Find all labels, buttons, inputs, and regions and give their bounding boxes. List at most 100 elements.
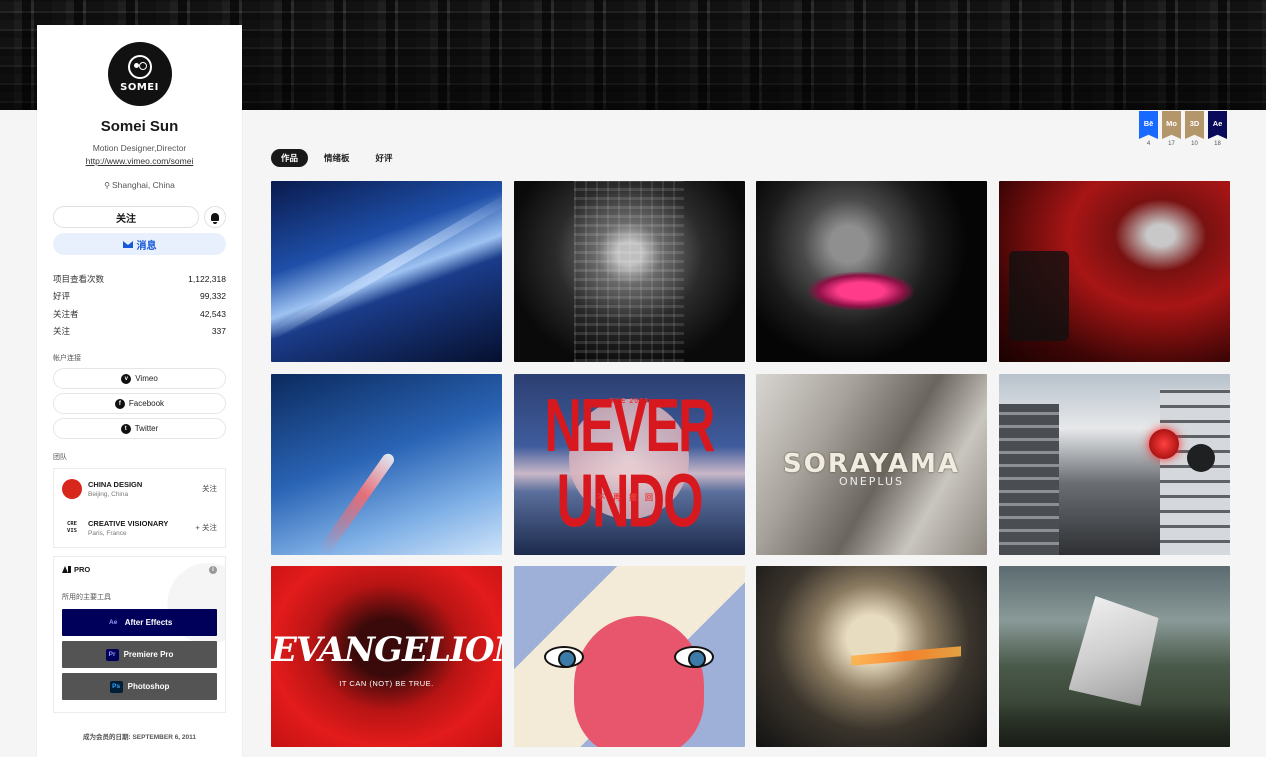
team-name: CHINA DESIGN <box>88 479 143 489</box>
profile-tabs: 作品 情绪板 好评 <box>271 149 403 167</box>
profile-occupation: Motion Designer,Director <box>92 143 187 153</box>
pro-title: PRO <box>62 565 90 574</box>
illustration-eye <box>673 646 714 668</box>
project-tile[interactable]: SORAYAMA ONEPLUS <box>756 373 987 555</box>
vimeo-icon: v <box>121 373 132 384</box>
team-item[interactable]: CRE VIS CREATIVE VISIONARY Paris, France… <box>54 508 225 547</box>
project-grid: BYE 2020 NEVER UNDO 不再撤回 SORAYAMA ONEPLU… <box>271 181 1230 747</box>
badge-flag: 3D <box>1185 111 1204 139</box>
stat-label: 关注者 <box>53 308 79 319</box>
social-label: Facebook <box>128 399 165 408</box>
premiere-pro-icon: Pr <box>105 648 119 661</box>
social-heading: 帐户连接 <box>53 355 81 362</box>
badge-behance[interactable]: Bē 4 <box>1139 111 1158 147</box>
badges: Bē 4 Mo 17 3D 10 Ae 18 <box>1139 111 1227 147</box>
teams-heading: 团队 <box>53 454 67 461</box>
team-follow-button[interactable]: 关注 <box>202 483 217 494</box>
tool-photoshop[interactable]: Ps Photoshop <box>62 673 217 700</box>
stat-value: 42,543 <box>200 308 226 319</box>
badge-3d[interactable]: 3D 10 <box>1185 111 1204 147</box>
profile-location: ⚲ Shanghai, China <box>53 180 226 190</box>
twitter-icon: t <box>120 423 131 434</box>
tab-moodboards[interactable]: 情绪板 <box>314 149 360 167</box>
tool-label: Premiere Pro <box>123 650 174 659</box>
project-tile[interactable] <box>998 566 1230 747</box>
project-tile[interactable] <box>756 566 987 747</box>
pro-label: PRO <box>74 565 91 574</box>
profile-name: Somei Sun <box>100 118 179 135</box>
adobe-pro-card: PRO i 所用的主要工具 Ae After Effects Pr Premie… <box>53 556 226 713</box>
notification-bell-button[interactable] <box>204 206 226 228</box>
project-tile[interactable]: BYE 2020 NEVER UNDO 不再撤回 <box>513 373 745 555</box>
message-button[interactable]: 消息 <box>53 233 226 255</box>
tools-heading: 所用的主要工具 <box>62 594 111 601</box>
project-tile[interactable] <box>998 373 1230 555</box>
project-tile[interactable] <box>513 566 745 747</box>
stat-value: 99,332 <box>200 291 226 302</box>
project-subtitle: 不再撤回 <box>597 492 661 502</box>
stat-row: 好评 99,332 <box>53 288 226 306</box>
social-link-vimeo[interactable]: v Vimeo <box>53 368 226 389</box>
team-info: CREATIVE VISIONARY Paris, France <box>88 519 190 537</box>
team-name: CREATIVE VISIONARY <box>88 518 169 528</box>
social-label: Vimeo <box>135 374 158 383</box>
project-tile[interactable] <box>271 181 502 362</box>
avatar[interactable]: SOMEI <box>107 42 172 106</box>
badge-motion[interactable]: Mo 17 <box>1162 111 1181 147</box>
follow-button[interactable]: 关注 <box>53 206 199 228</box>
team-logo: CRE VIS <box>67 520 77 534</box>
badge-count: 4 <box>1146 141 1151 147</box>
project-tile[interactable] <box>998 181 1230 362</box>
avatar-face-icon <box>127 55 152 79</box>
photoshop-icon: Ps <box>109 680 123 693</box>
bell-icon <box>211 213 219 224</box>
team-info: CHINA DESIGN Beijing, China <box>88 480 196 498</box>
team-item[interactable]: CHINA DESIGN Beijing, China 关注 <box>54 469 225 508</box>
message-label: 消息 <box>136 240 157 252</box>
tab-appreciations[interactable]: 好评 <box>366 149 403 167</box>
social-link-twitter[interactable]: t Twitter <box>53 418 226 439</box>
project-tile[interactable] <box>756 181 987 362</box>
member-since: 成为会员的日期: SEPTEMBER 6, 2011 <box>82 734 197 741</box>
team-logo <box>62 478 82 499</box>
project-subtitle: ONEPLUS <box>838 474 905 488</box>
social-link-facebook[interactable]: f Facebook <box>53 393 226 414</box>
stat-row: 关注 337 <box>53 323 226 341</box>
project-tile[interactable]: EVANGELION: IT CAN (NOT) BE TRUE. <box>271 566 502 747</box>
stat-label: 关注 <box>53 326 71 337</box>
badge-flag: Mo <box>1162 111 1181 139</box>
profile-sidebar: SOMEI Somei Sun Motion Designer,Director… <box>37 25 242 757</box>
project-subtitle: IT CAN (NOT) BE TRUE. <box>339 679 434 688</box>
tool-label: After Effects <box>124 618 173 627</box>
stat-label: 好评 <box>53 291 71 302</box>
team-location: Beijing, China <box>88 490 129 498</box>
badge-flag: Bē <box>1139 111 1158 139</box>
teams-list: CHINA DESIGN Beijing, China 关注 CRE VIS C… <box>53 468 226 548</box>
stat-row: 关注者 42,543 <box>53 305 226 323</box>
tab-works[interactable]: 作品 <box>271 149 309 167</box>
project-tile[interactable] <box>513 181 745 362</box>
social-label: Twitter <box>134 424 159 433</box>
team-follow-button[interactable]: + 关注 <box>196 522 217 533</box>
facebook-icon: f <box>114 398 125 409</box>
badge-count: 18 <box>1214 141 1221 147</box>
profile-website-link[interactable]: http://www.vimeo.com/somei <box>53 156 226 166</box>
social-links: v Vimeo f Facebook t Twitter <box>53 368 226 439</box>
location-text: Shanghai, China <box>112 180 175 190</box>
team-location: Paris, France <box>88 529 127 537</box>
tool-premiere-pro[interactable]: Pr Premiere Pro <box>62 641 217 668</box>
tool-after-effects[interactable]: Ae After Effects <box>62 609 217 636</box>
stat-row: 项目查看次数 1,122,318 <box>53 270 226 288</box>
traffic-light-red <box>1148 428 1179 459</box>
badge-after-effects[interactable]: Ae 18 <box>1208 111 1227 147</box>
after-effects-icon: Ae <box>106 616 120 629</box>
info-icon[interactable]: i <box>209 565 217 574</box>
tool-label: Photoshop <box>127 682 170 691</box>
project-title: NEVER UNDO <box>544 383 715 544</box>
adobe-icon <box>62 566 71 573</box>
stats-list: 项目查看次数 1,122,318 好评 99,332 关注者 42,543 关注 337 <box>53 270 226 340</box>
stat-value: 337 <box>211 326 226 337</box>
illustration-eye <box>543 646 584 668</box>
project-title: EVANGELION: <box>271 630 502 670</box>
project-tile[interactable] <box>271 373 502 555</box>
